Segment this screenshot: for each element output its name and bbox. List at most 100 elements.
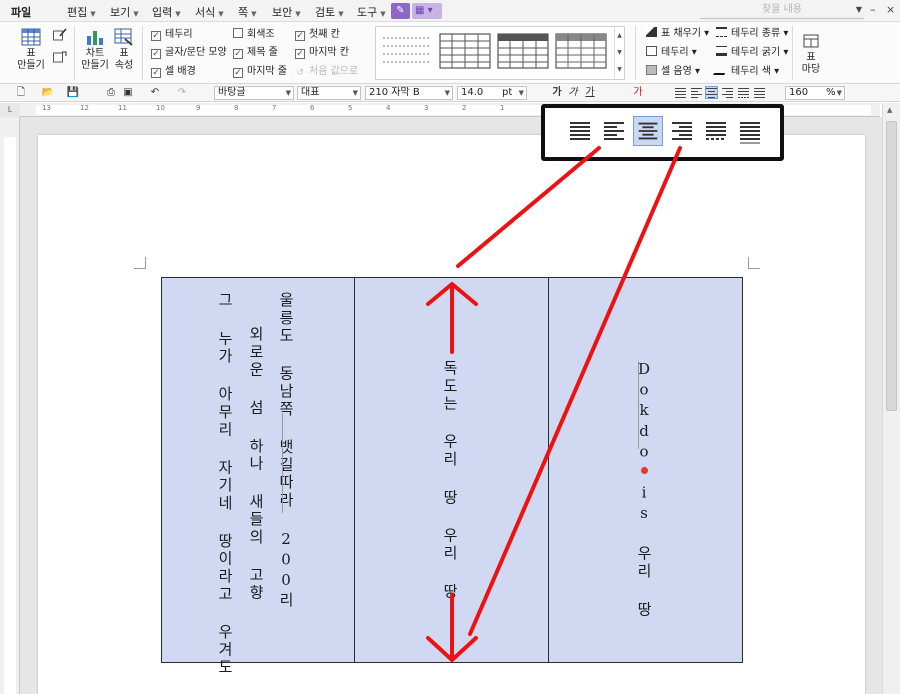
chevron-down-icon: ▼ xyxy=(251,10,257,18)
chevron-down-icon: ▼ xyxy=(175,10,181,18)
checkbox-border[interactable]: ✓ 테두리 xyxy=(151,28,193,41)
checkbox-char-para-shape[interactable]: ✓ 글자/문단 모양 xyxy=(151,46,227,59)
left-align-icon[interactable] xyxy=(599,116,629,146)
distribute-align-icon[interactable] xyxy=(738,87,749,98)
table-cell-2[interactable]: 독도는 우리 땅 우리 땅 xyxy=(355,278,549,662)
table-style-swatch[interactable] xyxy=(497,32,549,72)
ribbon-divider xyxy=(792,26,793,80)
table-style-swatch[interactable] xyxy=(381,32,433,72)
border-menu[interactable]: 테두리 ▾ xyxy=(646,46,697,59)
menu-format[interactable]: 서식 ▼ xyxy=(195,4,224,20)
right-align-icon[interactable] xyxy=(722,87,733,98)
gallery-scroll[interactable]: ▲ ▼ ▼ xyxy=(614,27,624,79)
table-design-tab-icon[interactable]: ✎ xyxy=(391,3,410,19)
checkbox-cell-background[interactable]: ✓ 셀 배경 xyxy=(151,65,196,78)
justify-align-icon[interactable] xyxy=(565,116,595,146)
ruler-corner[interactable]: L xyxy=(0,103,20,117)
cell-shading-menu[interactable]: 셀 음영 ▾ xyxy=(646,65,700,78)
chart-make-button[interactable]: 차트 만들기 xyxy=(80,28,110,72)
minimize-icon[interactable]: – xyxy=(870,3,876,16)
menu-page[interactable]: 쪽 ▼ xyxy=(238,4,257,20)
table-make-button[interactable]: 표 만들기 xyxy=(14,28,48,72)
chevron-up-icon[interactable]: ▲ xyxy=(615,27,624,44)
search-input[interactable]: 찾을 내용 ▼ xyxy=(700,3,864,19)
menu-view[interactable]: 보기 ▼ xyxy=(110,4,139,20)
table-fill-menu[interactable]: 표 채우기 ▾ xyxy=(646,27,709,40)
cell-text: 독도는 우리 땅 우리 땅 xyxy=(441,360,459,601)
representative-select[interactable]: 대표 ▼ xyxy=(297,86,361,100)
right-align-icon[interactable] xyxy=(667,116,697,146)
checkbox-first-column[interactable]: ✓ 첫째 칸 xyxy=(295,28,340,41)
zoom-input[interactable]: 160% ▼ xyxy=(785,86,845,100)
border-type-icon xyxy=(716,27,727,37)
table-style-swatch[interactable] xyxy=(555,32,607,72)
menu-review[interactable]: 검토 ▼ xyxy=(315,4,344,20)
checkbox-grayscale[interactable]: 회색조 xyxy=(233,28,275,41)
font-color-button[interactable]: 가 xyxy=(632,86,644,100)
left-align-icon[interactable] xyxy=(691,87,702,98)
checkbox-last-column[interactable]: ✓ 마지막 칸 xyxy=(295,46,349,59)
cell-text-line: 그 누가 아무리 자기네 땅이라고 우겨도 xyxy=(216,292,234,677)
check-icon: ✓ xyxy=(295,49,305,59)
ribbon-divider xyxy=(74,26,75,80)
alignment-zoom-callout xyxy=(541,104,784,161)
scrollbar-thumb[interactable] xyxy=(886,121,897,411)
table-style-gallery[interactable]: ▲ ▼ ▼ xyxy=(375,26,625,80)
chevron-down-icon[interactable]: ▼ xyxy=(856,3,862,17)
check-icon: ✓ xyxy=(151,49,161,59)
menu-file[interactable]: 파일 xyxy=(11,4,31,20)
underline-button[interactable]: 가 xyxy=(584,86,596,100)
checkbox-last-row[interactable]: ✓ 마지막 줄 xyxy=(233,65,287,78)
menu-tools[interactable]: 도구 ▼ xyxy=(357,4,386,20)
shading-icon xyxy=(646,65,657,75)
italic-button[interactable]: 가 xyxy=(568,86,578,100)
bold-button[interactable]: 가 xyxy=(552,86,562,100)
menu-insert[interactable]: 입력 ▼ xyxy=(152,4,181,20)
check-icon: ✓ xyxy=(151,68,161,78)
justify-align-icon[interactable] xyxy=(675,87,686,98)
reset-to-default-button[interactable]: ↺ 처음 값으로 xyxy=(295,65,358,79)
table-style-swatch[interactable] xyxy=(439,32,491,72)
text-cursor xyxy=(282,413,283,513)
check-icon: ✓ xyxy=(151,31,161,41)
new-document-icon[interactable]: 🗋 xyxy=(14,86,28,100)
center-align-icon[interactable] xyxy=(633,116,663,146)
chevron-down-icon: ▼ xyxy=(836,89,842,97)
divide-align-icon[interactable] xyxy=(754,87,765,98)
more-icon[interactable]: ▼ xyxy=(615,61,624,78)
save-icon[interactable]: 💾 xyxy=(66,86,80,100)
table-icon xyxy=(21,28,41,46)
style-select[interactable]: 바탕글 ▼ xyxy=(214,86,294,100)
distribute-align-icon[interactable] xyxy=(701,116,731,146)
border-type-menu[interactable]: 테두리 종류 ▾ xyxy=(716,27,788,40)
menu-security[interactable]: 보안 ▼ xyxy=(272,4,301,20)
font-size-input[interactable]: 14.0 pt ▼ xyxy=(457,86,527,100)
close-icon[interactable]: × xyxy=(886,3,895,16)
print-icon[interactable]: ⎙ xyxy=(104,86,118,100)
table-cell-3[interactable]: Dokdo is 우리 땅 xyxy=(549,278,742,662)
table-layout-tab-icon[interactable]: ▦ ▾ xyxy=(412,3,442,19)
table-convert-icon[interactable] xyxy=(53,50,67,63)
border-thickness-menu[interactable]: 테두리 굵기 ▾ xyxy=(716,46,788,59)
font-select[interactable]: 210 자막 B ▼ xyxy=(365,86,453,100)
vertical-scrollbar[interactable]: ▲ xyxy=(882,103,900,694)
table-properties-button[interactable]: 표 속성 xyxy=(112,28,136,72)
menu-edit[interactable]: 편집 ▼ xyxy=(67,4,96,20)
preview-icon[interactable]: ▣ xyxy=(122,86,134,100)
table-cell-1[interactable]: 울릉도 동남쪽 뱃길따라 200리 외로운 섬 하나 새들의 고향 그 누가 아… xyxy=(162,278,355,677)
center-align-icon[interactable] xyxy=(705,86,718,99)
open-folder-icon[interactable]: 📂 xyxy=(40,86,56,100)
chevron-up-icon[interactable]: ▲ xyxy=(887,106,892,114)
vertical-ruler[interactable] xyxy=(0,117,20,694)
divide-align-icon[interactable] xyxy=(735,116,765,146)
table-edit-icon[interactable] xyxy=(53,28,67,41)
chevron-down-icon: ▼ xyxy=(380,10,386,18)
checkbox-title-row[interactable]: ✓ 제목 줄 xyxy=(233,46,278,59)
undo-icon[interactable]: ↶ xyxy=(148,86,162,100)
table[interactable]: 울릉도 동남쪽 뱃길따라 200리 외로운 섬 하나 새들의 고향 그 누가 아… xyxy=(161,277,743,677)
border-color-menu[interactable]: 테두리 색 ▾ xyxy=(713,65,779,78)
table-gallery-button[interactable]: 표 마당 xyxy=(798,32,824,76)
redo-icon[interactable]: ↷ xyxy=(175,86,189,100)
ribbon-divider xyxy=(142,26,143,80)
chevron-down-icon[interactable]: ▼ xyxy=(615,44,624,61)
